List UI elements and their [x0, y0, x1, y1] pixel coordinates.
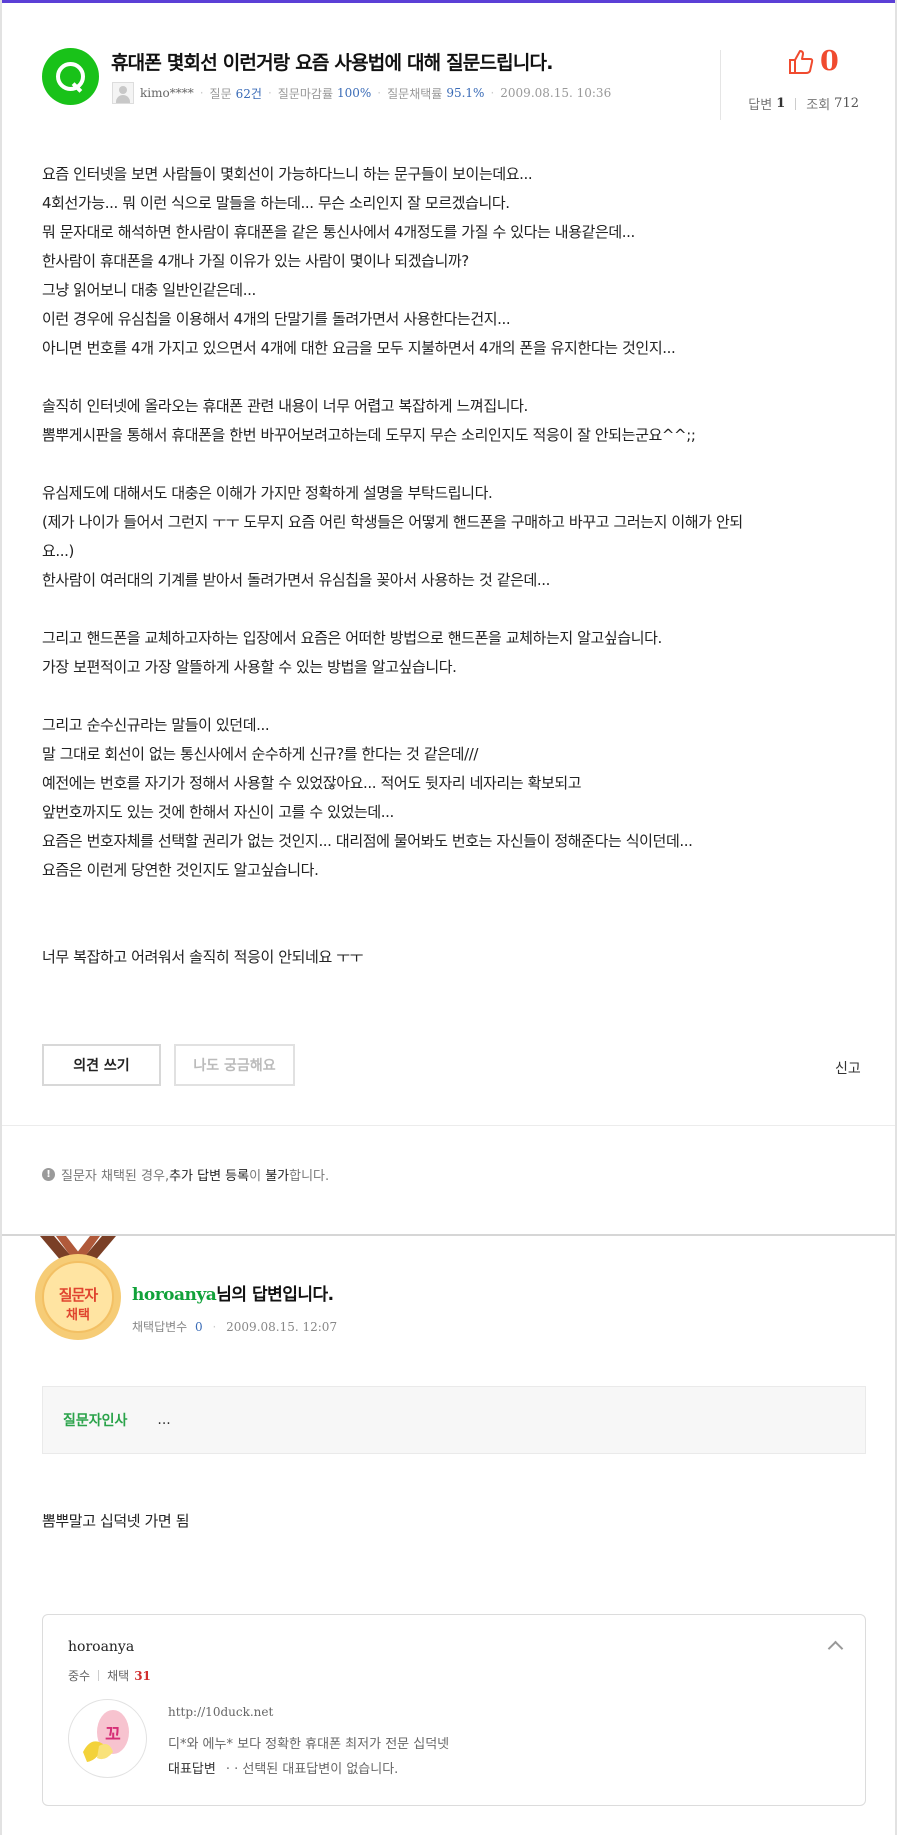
notice-mid: 이: [249, 1169, 266, 1184]
notice-suffix: 합니다.: [289, 1169, 330, 1184]
profile-url[interactable]: http://10duck.net: [168, 1705, 273, 1719]
question-body-line: [42, 914, 862, 943]
question-body-line: 4회선가능... 뭐 이런 식으로 말들을 하는데... 무슨 소리인지 잘 모…: [42, 194, 510, 212]
adopted-label: 채택답변수: [132, 1320, 188, 1334]
profile-stats: 중수 채택 31: [68, 1667, 151, 1684]
question-body-line: 솔직히 인터넷에 올라오는 휴대폰 관련 내용이 너무 어렵고 복잡하게 느껴집…: [42, 397, 528, 415]
meta-label-close-rate: 질문마감률: [277, 86, 333, 101]
question-body-line: 말 그대로 회선이 없는 통신사에서 순수하게 신규?를 한다는 것 같은데//…: [42, 745, 479, 763]
answer-divider: [2, 1234, 895, 1236]
question-body-line: 그리고 순수신규라는 말들이 있던데...: [42, 716, 270, 734]
answer-date: 2009.08.15. 12:07: [226, 1320, 338, 1334]
question-title: 휴대폰 몇회선 이런거랑 요즘 사용법에 대해 질문드립니다.: [111, 52, 553, 74]
rep-label: 대표답변: [168, 1762, 216, 1777]
question-body-line: [42, 450, 862, 479]
thumbs-up-icon: [789, 49, 814, 74]
question-body-line: 이런 경우에 유심칩을 이용해서 4개의 단말기를 돌려가면서 사용한다는건지.…: [42, 310, 511, 328]
question-body-line: 유심제도에 대해서도 대충은 이해가 가지만 정확하게 설명을 부탁드립니다.: [42, 484, 493, 502]
answers-count: 1: [776, 96, 786, 111]
views-count: 712: [834, 96, 859, 111]
meta-label-questions: 질문: [209, 86, 232, 101]
question-body-line: 요즘은 이런게 당연한 것인지도 알고싶습니다.: [42, 861, 319, 879]
page: 휴대폰 몇회선 이런거랑 요즘 사용법에 대해 질문드립니다. kimo****…: [0, 0, 897, 1835]
notice-strong-2: 불가: [265, 1169, 290, 1184]
profile-rank: 중수: [68, 1669, 91, 1683]
author-name[interactable]: kimo****: [140, 86, 194, 100]
chevron-up-icon[interactable]: [827, 1640, 844, 1657]
question-body-line: 그냥 읽어보니 대충 일반인같은데...: [42, 281, 256, 299]
write-opinion-button[interactable]: 의견 쓰기: [42, 1044, 161, 1086]
question-body-line: 가장 보편적이고 가장 알뜰하게 사용할 수 있는 방법을 알고싶습니다.: [42, 658, 457, 676]
question-body-line: 예전에는 번호를 자기가 정해서 사용할 수 있었잖아요... 적어도 뒷자리 …: [42, 774, 582, 792]
report-link[interactable]: 신고: [835, 1058, 861, 1078]
medal-text-2: 채택: [66, 1308, 90, 1323]
meta-value-adopt-rate: 95.1%: [446, 86, 485, 100]
like-count: 0: [820, 46, 839, 77]
adopted-count: 0: [195, 1320, 203, 1334]
answerer-profile-card: horoanya 중수 채택 31 꼬 http://10duck.net 디*…: [42, 1614, 866, 1806]
avatar-icon[interactable]: [112, 82, 134, 104]
question-body-line: 앞번호까지도 있는 것에 한해서 자신이 고를 수 있었는데...: [42, 803, 394, 821]
question-body-line: [42, 885, 862, 914]
question-body-line: 그리고 핸드폰을 교체하고자하는 입장에서 요즘은 어떠한 방법으로 핸드폰을 …: [42, 629, 662, 647]
logo-text: 꼬: [105, 1725, 121, 1745]
like-button[interactable]: 0: [787, 46, 839, 77]
questioner-greeting: 질문자인사 ...: [42, 1386, 866, 1454]
question-meta: kimo**** · 질문 62건 · 질문마감률 100% · 질문채택률 9…: [112, 82, 611, 104]
question-body-line: 뽐뿌게시판을 통해서 휴대폰을 한번 바꾸어보려고하는데 도무지 무슨 소리인지…: [42, 426, 696, 444]
question-stats: 답변 1 조회 712: [748, 94, 859, 113]
q-icon: [42, 48, 99, 105]
question-body: 요즘 인터넷을 보면 사람들이 몇회선이 가능하다느니 하는 문구들이 보이는데…: [42, 160, 862, 972]
adoption-notice: ! 질문자 채택된 경우, 추가 답변 등록 이 불가 합니다.: [42, 1165, 329, 1184]
views-label: 조회: [806, 98, 831, 113]
notice-prefix: 질문자 채택된 경우,: [61, 1169, 170, 1184]
question-body-line: 요...): [42, 542, 74, 560]
answer-title-suffix: 님의 답변입니다.: [216, 1285, 334, 1305]
profile-logo[interactable]: 꼬: [68, 1699, 147, 1778]
meta-label-adopt-rate: 질문채택률: [387, 86, 443, 101]
header-divider: [720, 50, 721, 120]
question-body-line: [42, 595, 862, 624]
question-body-line: [42, 682, 862, 711]
meta-value-questions[interactable]: 62건: [236, 85, 262, 102]
greeting-text: ...: [157, 1412, 171, 1428]
question-body-line: 아니면 번호를 4개 가지고 있으면서 4개에 대한 요금을 모두 지불하면서 …: [42, 339, 676, 357]
answer-username[interactable]: horoanya: [132, 1285, 217, 1305]
question-body-line: 한사람이 여러대의 기계를 받아서 돌려가면서 유심칩을 꽂아서 사용하는 것 …: [42, 571, 551, 589]
profile-description: 디*와 에누* 보다 정확한 휴대폰 최저가 전문 십덕넷: [168, 1737, 450, 1752]
me-too-curious-button[interactable]: 나도 궁금해요: [174, 1044, 295, 1086]
profile-name[interactable]: horoanya: [68, 1639, 134, 1655]
rep-text: · · 선택된 대표답변이 없습니다.: [225, 1762, 399, 1777]
medal-text-1: 질문자: [58, 1286, 98, 1304]
adopted-medal-icon: 질문자 채택: [32, 1236, 124, 1348]
answer-meta: 채택답변수 0 · 2009.08.15. 12:07: [132, 1320, 338, 1334]
profile-adopt-count: 31: [134, 1668, 151, 1683]
question-body-line: 너무 복잡하고 어려워서 솔직히 적응이 안되네요 ㅜㅜ: [42, 948, 364, 966]
info-icon: !: [42, 1168, 55, 1181]
notice-strong-1: 추가 답변 등록: [169, 1169, 250, 1184]
section-divider: [2, 1125, 895, 1126]
question-body-line: 뭐 문자대로 해석하면 한사람이 휴대폰을 같은 통신사에서 4개정도를 가질 …: [42, 223, 635, 241]
answer-body: 뽐뿌말고 십덕넷 가면 됨: [42, 1512, 190, 1530]
representative-answer: 대표답변 · · 선택된 대표답변이 없습니다.: [168, 1758, 398, 1777]
question-body-line: 요즘은 번호자체를 선택할 권리가 없는 것인지... 대리점에 물어봐도 번호…: [42, 832, 693, 850]
answers-label: 답변: [748, 98, 773, 113]
question-body-line: (제가 나이가 들어서 그런지 ㅜㅜ 도무지 요즘 어린 학생들은 어떻게 핸드…: [42, 513, 743, 531]
profile-adopt-label: 채택: [107, 1669, 130, 1683]
question-date: 2009.08.15. 10:36: [500, 86, 612, 100]
answer-title: horoanya님의 답변입니다.: [132, 1280, 334, 1305]
top-accent-bar: [2, 0, 895, 3]
meta-value-close-rate: 100%: [336, 86, 372, 100]
question-body-line: 요즘 인터넷을 보면 사람들이 몇회선이 가능하다느니 하는 문구들이 보이는데…: [42, 165, 533, 183]
question-body-line: [42, 363, 862, 392]
question-body-line: 한사람이 휴대폰을 4개나 가질 이유가 있는 사람이 몇이나 되겠습니까?: [42, 252, 469, 270]
greeting-label: 질문자인사: [63, 1413, 128, 1429]
